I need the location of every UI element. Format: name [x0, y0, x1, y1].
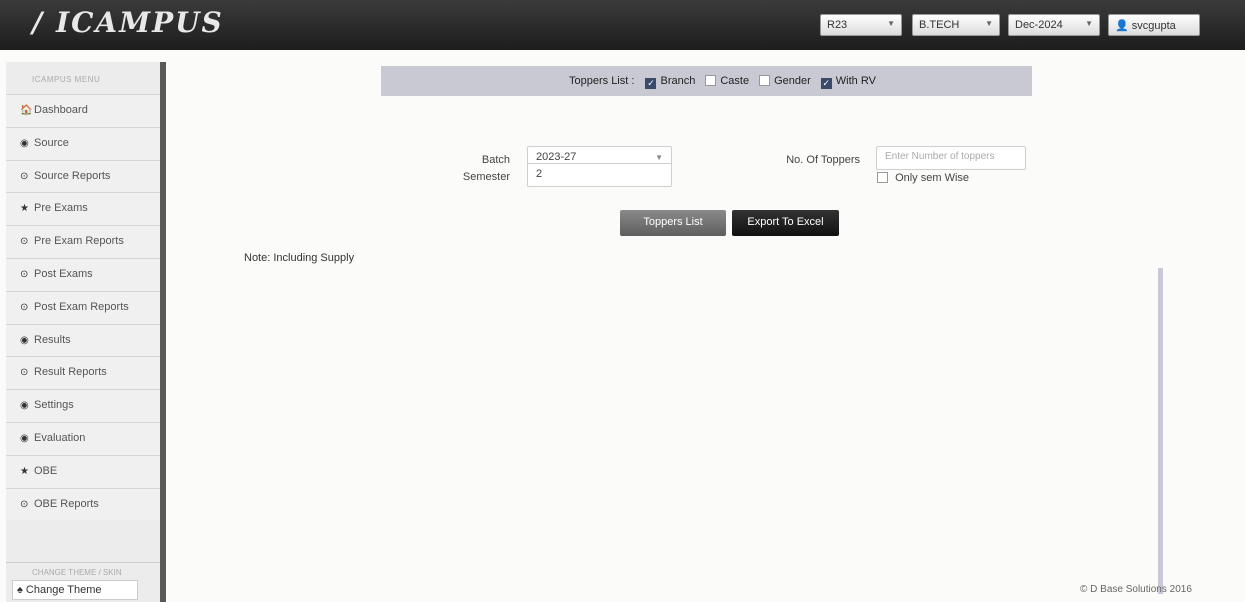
- regulation-select[interactable]: R23 ▼: [820, 14, 902, 36]
- chevron-down-icon: ▼: [887, 19, 895, 28]
- program-value: B.TECH: [919, 19, 960, 31]
- theme-heading: CHANGE THEME / SKIN: [6, 562, 160, 582]
- sidebar-item-label: Result Reports: [34, 366, 107, 379]
- page-background: [0, 50, 1245, 602]
- clock-icon: ⊙: [20, 268, 29, 280]
- sidebar-item-results[interactable]: ◉ Results: [6, 323, 160, 357]
- toppers-option-gender[interactable]: Gender: [759, 75, 811, 87]
- change-theme-button[interactable]: ♠ Change Theme: [12, 580, 138, 600]
- star-icon: ★: [20, 203, 29, 215]
- sidebar-item-label: Source: [34, 136, 69, 149]
- user-icon: 👤: [1115, 20, 1129, 32]
- sidebar-item-post-exams[interactable]: ⊙ Post Exams: [6, 257, 160, 291]
- option-label: Branch: [660, 75, 696, 87]
- toppers-option-branch[interactable]: ✓ Branch: [645, 75, 696, 89]
- sidebar-item-label: Source Reports: [34, 169, 111, 182]
- option-checkbox[interactable]: [759, 75, 771, 86]
- sidebar-item-label: Results: [34, 333, 71, 346]
- semester-input[interactable]: 2: [527, 163, 672, 187]
- username: svcgupta: [1131, 20, 1176, 32]
- clock-icon: ⊙: [20, 498, 29, 510]
- eye-icon: ◉: [20, 137, 29, 149]
- app-logo[interactable]: / ICAMPUS: [32, 6, 224, 39]
- option-label: Caste: [720, 75, 750, 87]
- sem-wise-checkbox[interactable]: [877, 172, 888, 183]
- sidebar-item-settings[interactable]: ◉ Settings: [6, 389, 160, 422]
- chevron-down-icon: ▼: [655, 153, 663, 162]
- sidebar-item-evaluation[interactable]: ◉ Evaluation: [6, 421, 160, 455]
- sidebar-item-label: Dashboard: [34, 104, 88, 116]
- sem-wise-option[interactable]: Only sem Wise: [877, 172, 969, 184]
- sidebar-item-source-reports[interactable]: ⊙ Source Reports: [6, 159, 160, 193]
- sidebar-item-label: OBE Reports: [34, 497, 99, 510]
- regulation-value: R23: [827, 19, 848, 31]
- sidebar-item-label: Settings: [34, 399, 74, 412]
- sidebar-item-obe-reports[interactable]: ⊙ OBE Reports: [6, 487, 160, 521]
- chevron-down-icon: ▼: [985, 19, 993, 28]
- toppers-title: Toppers List :: [569, 75, 635, 87]
- semester-label: Semester: [462, 171, 510, 183]
- toppers-option-with-rv[interactable]: ✓ With RV: [820, 75, 876, 89]
- sidebar: ICAMPUS MENU 🏠 Dashboard ◉ Source ⊙ Source Re…: [6, 62, 166, 602]
- sem-wise-label: Only sem Wise: [895, 172, 970, 184]
- supply-note: Note: Including Supply: [244, 252, 355, 264]
- footer-copyright: © D Base Solutions 2016: [1080, 584, 1192, 595]
- sidebar-item-post-exam-reports[interactable]: ⊙ Post Exam Reports: [6, 290, 160, 324]
- sidebar-item-label: Evaluation: [34, 431, 86, 444]
- toppers-list-button[interactable]: Toppers List: [620, 210, 726, 236]
- home-icon: 🏠: [20, 105, 33, 116]
- sidebar-item-dashboard[interactable]: 🏠 Dashboard: [6, 94, 160, 127]
- sidebar-item-label: OBE: [34, 464, 58, 477]
- sidebar-item-pre-exam-reports[interactable]: ⊙ Pre Exam Reports: [6, 225, 160, 258]
- option-label: With RV: [835, 75, 876, 87]
- option-checkbox[interactable]: ✓: [645, 78, 657, 89]
- vertical-scrollbar[interactable]: [1158, 268, 1163, 594]
- option-label: Gender: [774, 75, 811, 87]
- sidebar-item-label: Pre Exam Reports: [34, 235, 124, 248]
- clock-icon: ⊙: [20, 367, 29, 379]
- toppers-options-bar: Toppers List : ✓ Branch Caste Gender ✓ With R…: [381, 66, 1032, 96]
- sidebar-item-label: Post Exams: [34, 267, 93, 280]
- export-excel-button[interactable]: Export To Excel: [732, 210, 839, 236]
- theme-icon: ♠: [17, 584, 23, 596]
- option-checkbox[interactable]: [705, 75, 717, 86]
- session-select[interactable]: Dec-2024 ▼: [1008, 14, 1100, 36]
- program-select[interactable]: B.TECH ▼: [912, 14, 1000, 36]
- toppers-count-label: No. Of Toppers: [786, 154, 860, 166]
- sidebar-item-pre-exams[interactable]: ★ Pre Exams: [6, 192, 160, 226]
- user-menu-button[interactable]: 👤 svcgupta: [1108, 14, 1200, 36]
- batch-label: Batch: [481, 154, 510, 166]
- toppers-count-input[interactable]: Enter Number of toppers: [876, 146, 1026, 170]
- clock-icon: ⊙: [20, 301, 29, 313]
- change-theme-label: Change Theme: [25, 584, 102, 596]
- top-navbar: / ICAMPUS R23 ▼ B.TECH ▼ Dec-2024 ▼ 👤 svcgu…: [0, 0, 1245, 50]
- option-checkbox[interactable]: ✓: [820, 78, 832, 89]
- sidebar-heading: ICAMPUS MENU: [32, 75, 101, 84]
- eye-icon: ◉: [20, 432, 29, 444]
- sidebar-item-source[interactable]: ◉ Source: [6, 126, 160, 160]
- sidebar-item-obe[interactable]: ★ OBE: [6, 454, 160, 488]
- sidebar-item-label: Pre Exams: [34, 202, 88, 215]
- clock-icon: ⊙: [20, 170, 29, 182]
- toppers-option-caste[interactable]: Caste: [705, 75, 749, 87]
- star-icon: ★: [20, 465, 29, 477]
- chevron-down-icon: ▼: [1085, 19, 1093, 28]
- session-value: Dec-2024: [1015, 19, 1063, 31]
- eye-icon: ◉: [20, 334, 29, 346]
- sidebar-item-label: Post Exam Reports: [34, 300, 129, 313]
- batch-value: 2023-27: [536, 151, 577, 163]
- clock-icon: ⊙: [20, 236, 29, 248]
- eye-icon: ◉: [20, 400, 29, 412]
- sidebar-item-result-reports[interactable]: ⊙ Result Reports: [6, 356, 160, 390]
